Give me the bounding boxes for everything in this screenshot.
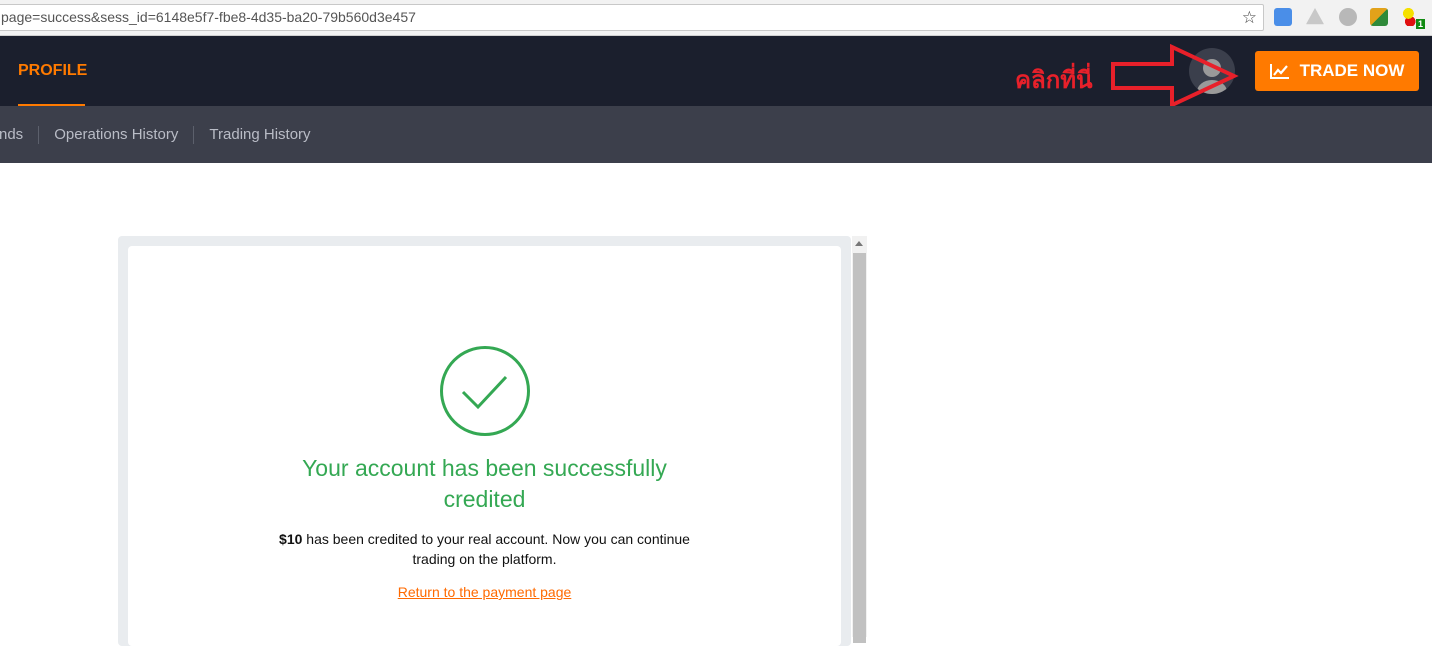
success-title: Your account has been successfully credit… <box>302 455 667 512</box>
extension-dots-icon[interactable]: 1 <box>1403 8 1425 29</box>
extension-avg-icon[interactable] <box>1370 8 1388 26</box>
return-to-payment-link[interactable]: Return to the payment page <box>128 584 841 600</box>
frame-scrollbar[interactable] <box>852 236 867 643</box>
trade-now-button[interactable]: TRADE NOW <box>1255 51 1419 91</box>
click-here-annotation: คลิกที่นี่ <box>1015 65 1093 94</box>
nav-profile-tab[interactable]: PROFILE <box>18 36 87 106</box>
extension-chart-icon[interactable] <box>1274 8 1292 26</box>
bookmark-star-icon[interactable]: ☆ <box>1242 5 1257 30</box>
extension-badge: 1 <box>1415 19 1425 29</box>
payment-frame: Your account has been successfully credit… <box>118 236 851 646</box>
scroll-up-icon[interactable] <box>855 241 863 246</box>
top-nav: PROFILE คลิกที่นี่ TRADE NOW <box>0 36 1432 108</box>
credited-amount: $10 <box>279 531 303 547</box>
red-arrow-annotation <box>1111 44 1239 108</box>
subnav-item-trading-history[interactable]: Trading History <box>194 126 325 143</box>
success-card: Your account has been successfully credit… <box>128 246 841 646</box>
chart-line-icon <box>1269 64 1289 79</box>
success-check-icon <box>440 346 530 436</box>
subnav-item-funds[interactable]: nds <box>0 126 38 143</box>
extension-gray-icon[interactable] <box>1339 8 1357 26</box>
browser-toolbar: page=success&sess_id=6148e5f7-fbe8-4d35-… <box>0 0 1432 36</box>
success-message: $10 has been credited to your real accou… <box>279 531 690 567</box>
address-bar[interactable]: page=success&sess_id=6148e5f7-fbe8-4d35-… <box>0 4 1264 31</box>
scrollbar-thumb[interactable] <box>853 253 866 643</box>
extension-drive-icon[interactable] <box>1306 8 1324 25</box>
url-text: page=success&sess_id=6148e5f7-fbe8-4d35-… <box>1 9 416 25</box>
sub-nav: nds Operations History Trading History <box>0 106 1432 163</box>
subnav-item-operations-history[interactable]: Operations History <box>39 126 193 143</box>
trade-now-label: TRADE NOW <box>1299 61 1405 80</box>
